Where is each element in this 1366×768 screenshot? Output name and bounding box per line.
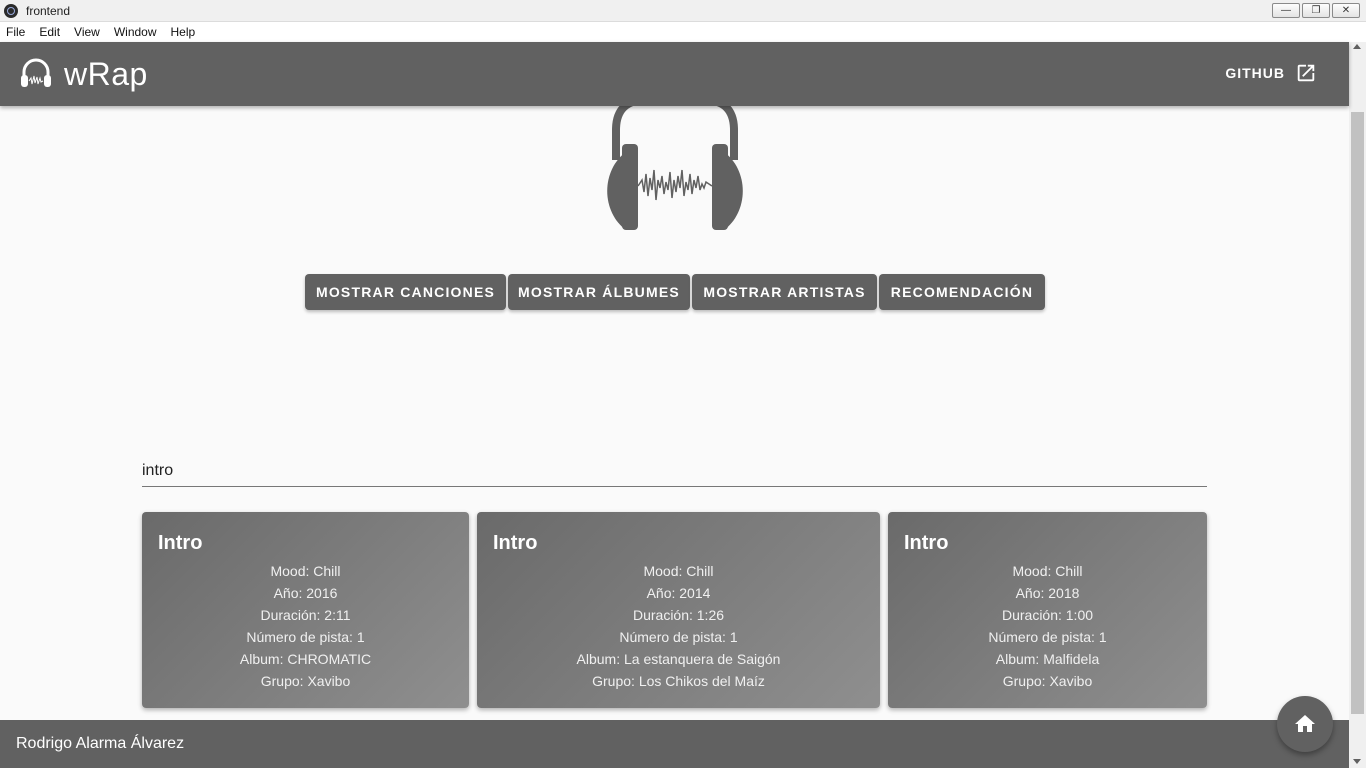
app-icon <box>4 3 18 18</box>
show-albums-button[interactable]: MOSTRAR ÁLBUMES <box>508 274 690 310</box>
song-track: Número de pista: 1 <box>619 629 738 645</box>
song-group: Grupo: Xavibo <box>260 673 351 689</box>
github-label: GITHUB <box>1225 65 1285 81</box>
song-duration: Duración: 1:00 <box>1001 607 1094 623</box>
song-mood: Mood: Chill <box>1012 563 1083 579</box>
song-album: Album: La estanquera de Saigón <box>576 651 781 667</box>
song-card[interactable]: Intro Mood: Chill Año: 2014 Duración: 1:… <box>477 512 880 708</box>
minimize-button[interactable]: ― <box>1272 3 1300 18</box>
action-buttons: MOSTRAR CANCIONES MOSTRAR ÁLBUMES MOSTRA… <box>305 274 1045 310</box>
song-card[interactable]: Intro Mood: Chill Año: 2018 Duración: 1:… <box>888 512 1207 708</box>
app-brand[interactable]: wRap <box>64 56 148 93</box>
headphones-hero-icon <box>607 100 743 230</box>
menu-file[interactable]: File <box>6 25 25 39</box>
footer: Rodrigo Alarma Álvarez <box>0 720 1349 768</box>
search-field <box>142 452 1207 487</box>
song-duration: Duración: 2:11 <box>260 607 351 623</box>
vertical-scrollbar[interactable] <box>1349 42 1366 768</box>
home-button[interactable] <box>1277 696 1333 752</box>
close-button[interactable]: ✕ <box>1332 3 1360 18</box>
show-songs-button[interactable]: MOSTRAR CANCIONES <box>305 274 506 310</box>
restore-button[interactable]: ❐ <box>1302 3 1330 18</box>
app-bar: wRap GITHUB <box>0 42 1349 106</box>
song-album: Album: CHROMATIC <box>239 651 372 667</box>
menu-view[interactable]: View <box>74 25 100 39</box>
github-link[interactable]: GITHUB <box>1225 62 1317 84</box>
scroll-up-icon[interactable] <box>1353 44 1361 49</box>
song-title: Intro <box>904 532 949 554</box>
headphones-icon[interactable] <box>18 56 54 92</box>
home-icon <box>1295 715 1315 732</box>
song-card[interactable]: Intro Mood: Chill Año: 2016 Duración: 2:… <box>142 512 469 708</box>
open-in-new-icon <box>1297 64 1315 82</box>
menu-help[interactable]: Help <box>171 25 196 39</box>
song-year: Año: 2016 <box>273 585 338 601</box>
window-controls: ― ❐ ✕ <box>1272 3 1360 18</box>
song-group: Grupo: Xavibo <box>1002 673 1093 689</box>
recommendation-button[interactable]: RECOMENDACIÓN <box>879 274 1045 310</box>
window-titlebar: frontend ― ❐ ✕ <box>0 0 1366 22</box>
song-mood: Mood: Chill <box>270 563 341 579</box>
menu-edit[interactable]: Edit <box>39 25 60 39</box>
song-title: Intro <box>158 532 203 554</box>
window-title: frontend <box>26 3 71 18</box>
menu-window[interactable]: Window <box>114 25 157 39</box>
song-group: Grupo: Los Chikos del Maíz <box>592 673 765 689</box>
scroll-down-icon[interactable] <box>1353 759 1361 764</box>
song-track: Número de pista: 1 <box>246 629 365 645</box>
menu-bar: File Edit View Window Help <box>0 22 1366 42</box>
search-input[interactable] <box>142 452 1207 486</box>
song-album: Album: Malfidela <box>995 651 1100 667</box>
song-track: Número de pista: 1 <box>988 629 1107 645</box>
song-title: Intro <box>493 532 538 554</box>
song-mood: Mood: Chill <box>643 563 714 579</box>
footer-author: Rodrigo Alarma Álvarez <box>16 735 185 752</box>
song-year: Año: 2014 <box>646 585 711 601</box>
song-duration: Duración: 1:26 <box>632 607 725 623</box>
scroll-thumb[interactable] <box>1351 112 1364 714</box>
show-artists-button[interactable]: MOSTRAR ARTISTAS <box>692 274 877 310</box>
song-year: Año: 2018 <box>1015 585 1080 601</box>
main-content: MOSTRAR CANCIONES MOSTRAR ÁLBUMES MOSTRA… <box>0 100 1349 720</box>
